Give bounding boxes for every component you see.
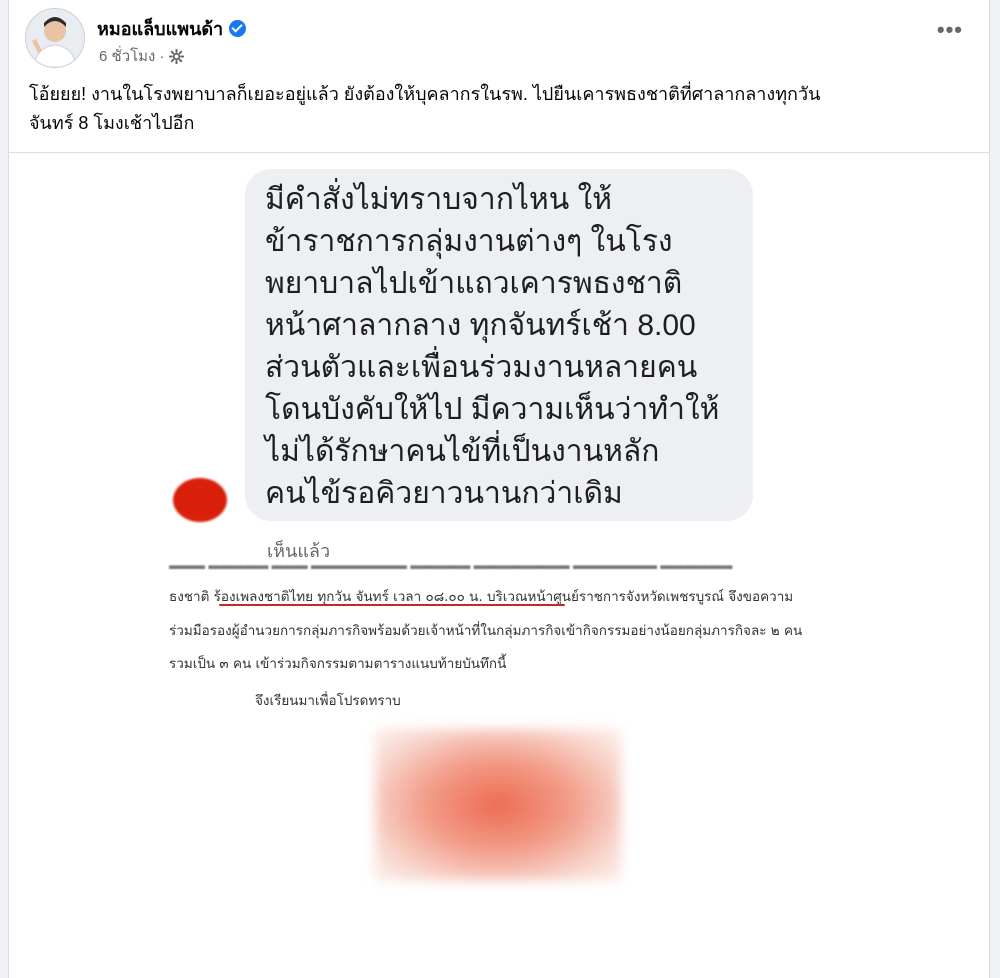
redacted-avatar	[173, 478, 227, 522]
message-line: ไม่ได้รักษาคนไข้ที่เป็นงานหลัก	[265, 435, 660, 468]
message-line: ส่วนตัวและเพื่อนร่วมงานหลายคน	[265, 351, 698, 384]
message-line: โดนบังคับให้ไป มีความเห็นว่าทำให้	[265, 393, 720, 426]
message-line: หน้าศาลากลาง ทุกจันทร์เช้า 8.00	[265, 309, 696, 342]
verified-badge-icon	[229, 20, 247, 37]
caption-line-2: จันทร์ 8 โมงเช้าไปอีก	[29, 113, 195, 133]
message-line: พยาบาลไปเข้าแถวเคารพธงชาติ	[265, 267, 683, 300]
post-image[interactable]: มีคำสั่งไม่ทราบจากไหน ให้ ข้าราชการกลุ่ม…	[145, 153, 865, 978]
author-name-text[interactable]: หมอแล็บแพนด้า	[97, 14, 223, 43]
blurred-signature	[375, 729, 621, 881]
document-cropped-line: ▬▬▬ ▬▬▬▬▬ ▬▬▬ ▬▬▬▬▬▬▬▬ ▬▬▬▬▬ ▬▬▬▬▬▬▬▬ ▬▬…	[169, 561, 733, 569]
post-header: หมอแล็บแพนด้า 6 ชั่วโมง · •••	[9, 0, 989, 70]
post-meta: 6 ชั่วโมง ·	[99, 44, 184, 68]
avatar-image	[26, 9, 84, 67]
red-underline	[219, 604, 565, 606]
more-options-icon[interactable]: •••	[937, 19, 963, 41]
facebook-post: หมอแล็บแพนด้า 6 ชั่วโมง · ••• โอ้ยยย! งา…	[8, 0, 990, 978]
author-name[interactable]: หมอแล็บแพนด้า	[97, 14, 247, 43]
message-line: คนไข้รอคิวยาวนานกว่าเดิม	[265, 477, 623, 510]
caption-line-1: โอ้ยยย! งานในโรงพยาบาลก็เยอะอยู่แล้ว ยัง…	[29, 84, 821, 104]
message-bubble: มีคำสั่งไม่ทราบจากไหน ให้ ข้าราชการกลุ่ม…	[245, 169, 753, 521]
document-line: รวมเป็น ๓ คน เข้าร่วมกิจกรรมตามตารางแนบท…	[169, 656, 507, 672]
message-line: มีคำสั่งไม่ทราบจากไหน ให้	[265, 183, 613, 216]
gear-icon	[168, 48, 184, 64]
post-caption: โอ้ยยย! งานในโรงพยาบาลก็เยอะอยู่แล้ว ยัง…	[29, 80, 969, 138]
avatar[interactable]	[25, 8, 85, 68]
document-line: จึงเรียนมาเพื่อโปรดทราบ	[255, 693, 401, 709]
post-timestamp[interactable]: 6 ชั่วโมง ·	[99, 44, 165, 68]
message-line: ข้าราชการกลุ่มงานต่างๆ ในโรง	[265, 225, 673, 258]
document-line: ร่วมมือรองผู้อำนวยการกลุ่มภารกิจพร้อมด้ว…	[169, 623, 803, 639]
document-scan: ▬▬▬ ▬▬▬▬▬ ▬▬▬ ▬▬▬▬▬▬▬▬ ▬▬▬▬▬ ▬▬▬▬▬▬▬▬ ▬▬…	[159, 561, 859, 971]
